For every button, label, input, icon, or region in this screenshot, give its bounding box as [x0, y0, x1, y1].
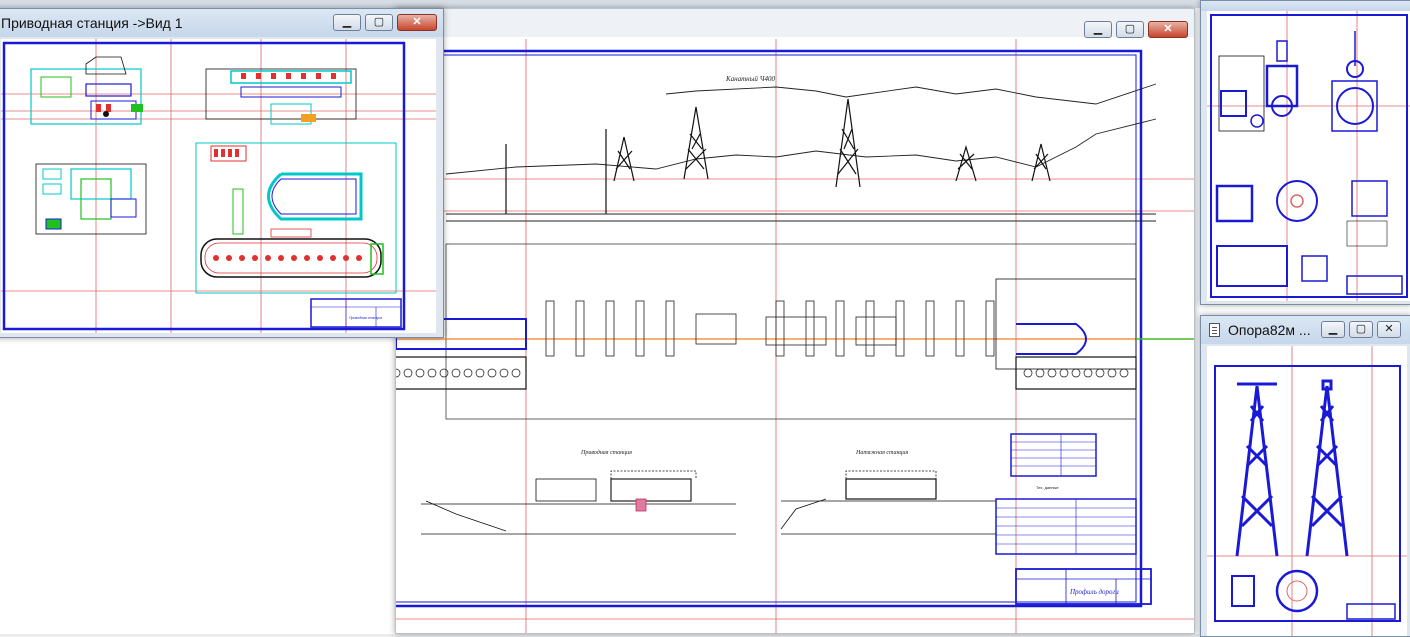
stamp-drive-label: Приводная станция [349, 316, 382, 320]
right-top-window[interactable] [1200, 0, 1410, 305]
restore-button[interactable]: ▢ [1116, 21, 1144, 38]
workspace-top-strip [0, 0, 1410, 8]
tech-table-title: Тех. данные [1036, 485, 1059, 490]
pylon-side-view [1305, 379, 1349, 557]
drive-station-title: Приводная станция ->Вид 1 [1, 15, 183, 31]
restore-button[interactable]: ▢ [1349, 321, 1373, 338]
plan-frame [445, 243, 1137, 420]
view-top-right [205, 68, 357, 125]
close-button[interactable]: ✕ [397, 14, 437, 31]
restore-icon: ▢ [373, 16, 385, 28]
close-button[interactable]: ✕ [1148, 21, 1188, 38]
right-top-canvas[interactable] [1207, 11, 1410, 301]
foundation-details [1231, 569, 1396, 620]
plan-supports [545, 300, 995, 357]
restore-icon: ▢ [1355, 323, 1367, 335]
main-drawing-window[interactable]: ▁ ▢ ✕ Канатный Ч400 Приводная станция На… [395, 8, 1195, 634]
mechanism-view-3 [1215, 180, 1388, 247]
pylon-front-view [1235, 382, 1279, 557]
title-block [310, 298, 402, 328]
view-top-left [30, 56, 143, 125]
main-drawing-canvas[interactable]: Канатный Ч400 Приводная станция Натяжная… [396, 39, 1194, 633]
sheet-frame [1210, 14, 1408, 298]
close-icon: ✕ [1384, 323, 1394, 335]
tension-station-label: Натяжная станция [855, 450, 908, 456]
document-icon [1209, 323, 1220, 337]
close-icon: ✕ [412, 16, 422, 28]
drive-station-section [421, 470, 736, 535]
support-window[interactable]: Опора82м ... ▁ ▢ ✕ [1200, 315, 1410, 637]
minimize-icon: ▁ [1328, 323, 1338, 335]
restore-button[interactable]: ▢ [365, 14, 393, 31]
drive-station-label: Приводная станция [580, 449, 632, 456]
minimize-button[interactable]: ▁ [1084, 21, 1112, 38]
mechanism-view-1 [1218, 40, 1299, 132]
support-titlebar[interactable]: Опора82м ... ▁ ▢ ✕ [1201, 316, 1410, 344]
minimize-icon: ▁ [342, 16, 352, 28]
support-canvas[interactable] [1207, 346, 1407, 636]
minimize-button[interactable]: ▁ [333, 14, 361, 31]
close-button[interactable]: ✕ [1377, 321, 1401, 338]
cad-workspace[interactable]: ▁ ▢ ✕ Канатный Ч400 Приводная станция На… [0, 0, 1410, 637]
right-top-titlebar[interactable] [1201, 1, 1410, 11]
view-bottom-left [35, 163, 147, 235]
minimize-button[interactable]: ▁ [1321, 321, 1345, 338]
tech-table-1 [1010, 433, 1097, 477]
minimize-icon: ▁ [1093, 23, 1103, 35]
stamp-title: Профиль дороги [1069, 588, 1119, 596]
drive-station-canvas[interactable]: Приводная станция [1, 39, 436, 333]
plan-tension-station [995, 278, 1137, 390]
mechanism-view-2 [1331, 31, 1378, 132]
red-grid-lines [1, 39, 436, 333]
restore-icon: ▢ [1124, 23, 1136, 35]
drive-station-window[interactable]: Приводная станция ->Вид 1 ▁ ▢ ✕ Приводна… [0, 8, 444, 338]
sheet-frame [396, 49, 1143, 608]
profile-line [445, 83, 1157, 222]
view-bottom-right [195, 142, 397, 294]
drive-station-titlebar[interactable]: Приводная станция ->Вид 1 ▁ ▢ ✕ [0, 9, 443, 37]
mechanism-view-4 [1216, 245, 1403, 295]
main-drawing-titlebar[interactable]: ▁ ▢ ✕ [396, 9, 1194, 38]
tension-station-section [780, 470, 996, 535]
support-title: Опора82м ... [1228, 322, 1311, 338]
tech-table-2 [995, 498, 1137, 555]
sheet-frame [2, 41, 406, 331]
title-block [1015, 568, 1152, 605]
profile-title: Канатный Ч400 [725, 75, 775, 83]
close-icon: ✕ [1163, 23, 1173, 35]
